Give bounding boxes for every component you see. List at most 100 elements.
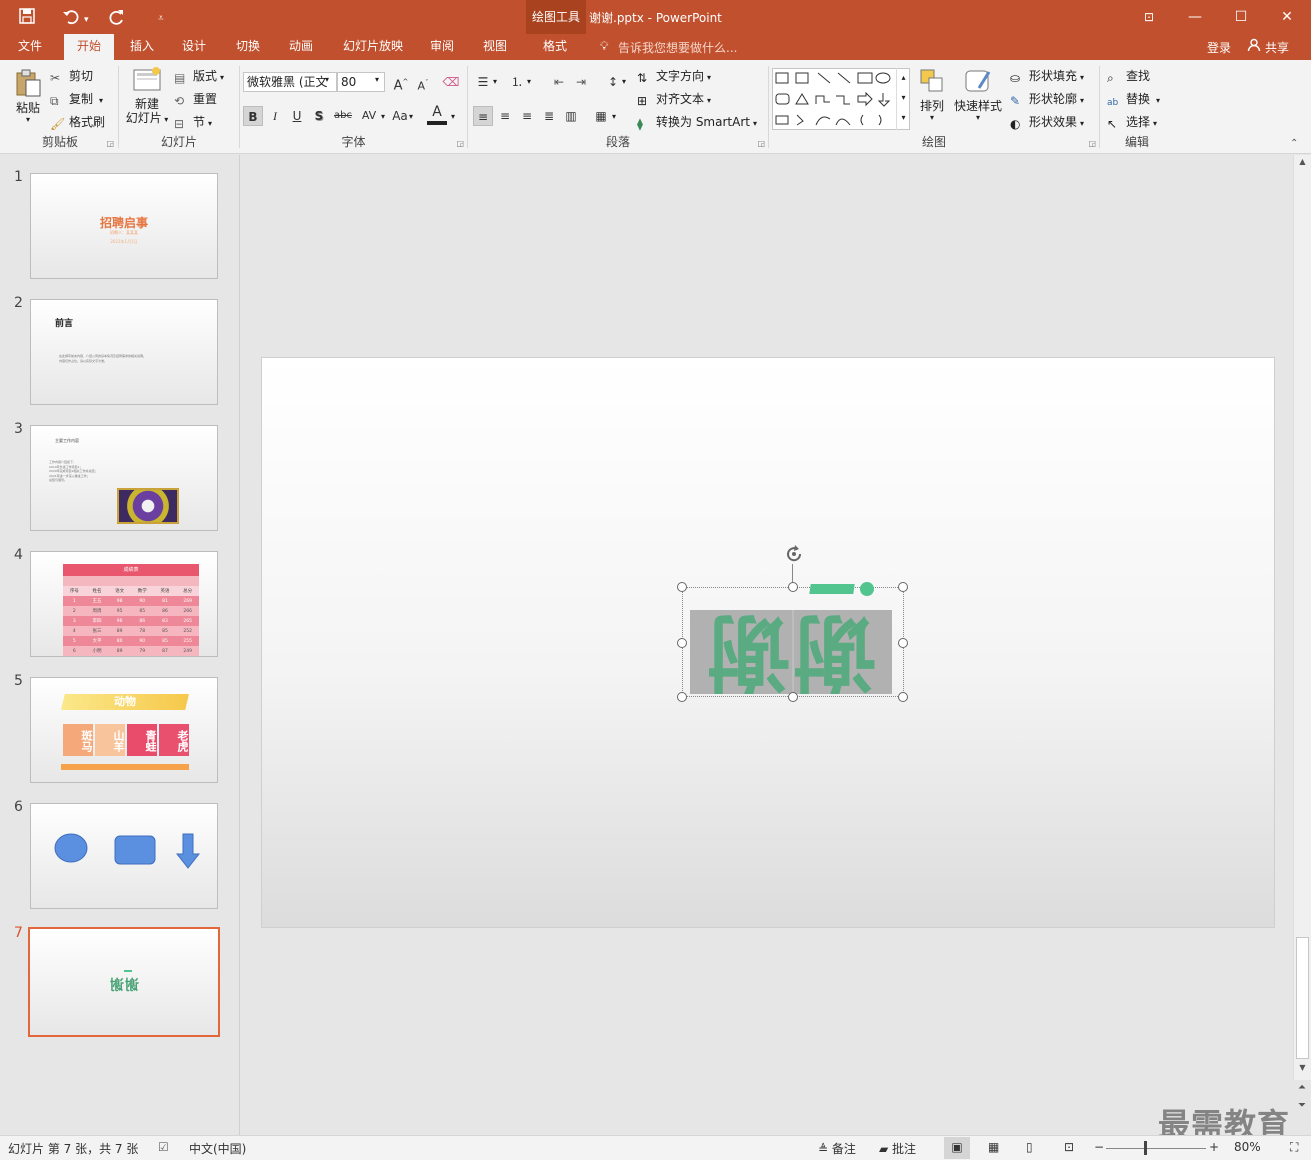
cut-button[interactable]: ✂ 剪切 — [50, 68, 93, 85]
align-right-icon[interactable]: ≡ — [517, 106, 537, 126]
zoom-level[interactable]: 80% — [1234, 1140, 1261, 1154]
paste-button[interactable]: 粘贴 ▾ — [10, 68, 46, 125]
layout-button[interactable]: ▤ 版式 ▾ — [174, 68, 224, 86]
gallery-scroll-icon[interactable]: ▴ ▾ ▾ — [896, 68, 910, 130]
zoom-slider-thumb[interactable] — [1144, 1141, 1147, 1155]
dialog-launcher-icon[interactable]: ◲ — [106, 139, 114, 148]
dialog-launcher-icon[interactable]: ◲ — [757, 139, 765, 148]
resize-handle-se[interactable] — [898, 692, 908, 702]
italic-button[interactable]: I — [265, 106, 285, 126]
slide-text-box[interactable]: 谢谢 — [690, 610, 892, 694]
font-size-dropdown-icon[interactable]: ▾ — [375, 75, 379, 84]
slide-thumbnail-1[interactable]: 招聘启事 招聘人：某某某 2021年1月1日 — [30, 173, 218, 279]
slide-thumbnail-pane[interactable]: 1 招聘启事 招聘人：某某某 2021年1月1日 2 前言 在此撰写前言内容，介… — [0, 155, 240, 1135]
resize-handle-sw[interactable] — [677, 692, 687, 702]
resize-handle-nw[interactable] — [677, 582, 687, 592]
current-slide[interactable]: 谢谢 — [261, 357, 1275, 928]
slide-sorter-icon[interactable]: ▦ — [988, 1140, 999, 1154]
numbering-dropdown-icon[interactable]: ▾ — [527, 77, 531, 86]
slide-thumbnail-2[interactable]: 前言 在此撰写前言内容，介绍公司的基本情况及招聘需求的相关说明。 内容仅作占位，… — [30, 299, 218, 405]
shape-effects-button[interactable]: ◐ 形状效果 ▾ — [1010, 114, 1084, 132]
prev-slide-icon[interactable]: ⏶ — [1293, 1082, 1311, 1100]
maximize-button[interactable]: ☐ — [1218, 0, 1264, 34]
change-case-dropdown-icon[interactable]: ▾ — [409, 112, 413, 121]
tab-transitions[interactable]: 切换 — [226, 34, 270, 60]
slide-thumbnail-6[interactable] — [30, 803, 218, 909]
find-button[interactable]: ⌕ 查找 — [1107, 68, 1150, 85]
numbering-icon[interactable]: ⒈ — [507, 72, 527, 92]
change-case-button[interactable]: Aa — [389, 106, 411, 126]
tab-insert[interactable]: 插入 — [120, 34, 164, 60]
increase-indent-icon[interactable]: ⇥ — [571, 72, 591, 92]
font-name-combobox[interactable]: 微软雅黑 (正文 — [243, 72, 337, 92]
green-bar-shape[interactable] — [809, 584, 855, 594]
arrange-button[interactable]: 排列 ▾ — [914, 66, 950, 123]
tell-me-search[interactable]: 告诉我您想要做什么... — [618, 39, 737, 56]
language-indicator[interactable]: 中文(中国) — [189, 1140, 246, 1157]
align-text-button[interactable]: ⊞ 对齐文本 ▾ — [637, 91, 711, 109]
char-spacing-dropdown-icon[interactable]: ▾ — [381, 112, 385, 121]
save-icon[interactable] — [18, 7, 36, 29]
replace-button[interactable]: ab 替换 ▾ — [1107, 91, 1160, 109]
grow-font-button[interactable]: A^ — [391, 72, 411, 93]
line-spacing-icon[interactable]: ↕ — [603, 72, 623, 92]
text-direction-button[interactable]: ⇅ 文字方向 ▾ — [637, 68, 711, 86]
share-button[interactable]: 共享 — [1265, 39, 1289, 56]
strikethrough-button[interactable]: abc — [331, 106, 355, 126]
normal-view-icon[interactable]: ▣ — [944, 1137, 970, 1159]
minimize-button[interactable]: — — [1172, 0, 1218, 34]
shapes-gallery[interactable] — [772, 68, 910, 130]
redo-icon[interactable] — [108, 7, 126, 29]
slide-thumbnail-4[interactable]: 成绩表 序号 姓名 语文 数学 英语 总分 1 王五 98 90 81 269 2 周周 95 85 86 2… — [30, 551, 218, 657]
reset-button[interactable]: ⟲ 重置 — [174, 91, 217, 108]
quick-styles-button[interactable]: 快速样式 ▾ — [952, 66, 1004, 123]
font-color-dropdown-icon[interactable]: ▾ — [451, 112, 455, 121]
underline-button[interactable]: U — [287, 106, 307, 126]
scroll-thumb[interactable] — [1296, 937, 1309, 1059]
undo-dropdown-icon[interactable]: ▾ — [84, 11, 89, 29]
shrink-font-button[interactable]: Aˇ — [413, 73, 433, 93]
distributed-icon[interactable]: ▥ — [561, 106, 581, 126]
decrease-indent-icon[interactable]: ⇤ — [549, 72, 569, 92]
fit-to-window-icon[interactable]: ⛶ — [1290, 1140, 1298, 1155]
tab-animations[interactable]: 动画 — [278, 34, 324, 60]
convert-smartart-button[interactable]: ⧫ 转换为 SmartArt ▾ — [637, 114, 757, 132]
bullets-dropdown-icon[interactable]: ▾ — [493, 77, 497, 86]
comments-button[interactable]: ▰ 批注 — [879, 1140, 916, 1157]
customize-qat-icon[interactable]: ⩡ — [158, 10, 164, 28]
section-button[interactable]: ⊟ 节 ▾ — [174, 114, 212, 132]
align-left-icon[interactable]: ≡ — [473, 106, 493, 126]
green-dot-shape[interactable] — [860, 582, 874, 596]
dialog-launcher-icon[interactable]: ◲ — [456, 139, 464, 148]
font-name-dropdown-icon[interactable]: ▾ — [325, 75, 329, 84]
slide-thumbnail-3[interactable]: 主要工作内容 工作内容介绍如下： 2019年负责工作项目1； 2020年完成项目… — [30, 425, 218, 531]
scroll-up-icon[interactable]: ▲ — [1294, 157, 1311, 166]
collapse-ribbon-icon[interactable]: ⌃ — [1290, 138, 1298, 149]
tab-view[interactable]: 视图 — [473, 34, 517, 60]
char-spacing-button[interactable]: AV — [357, 106, 381, 126]
zoom-out-button[interactable]: − — [1094, 1140, 1104, 1154]
scroll-down-icon[interactable]: ▼ — [1294, 1063, 1311, 1072]
resize-handle-n[interactable] — [788, 582, 798, 592]
shape-fill-button[interactable]: ⛀ 形状填充 ▾ — [1010, 68, 1084, 86]
tab-design[interactable]: 设计 — [172, 34, 216, 60]
signin-link[interactable]: 登录 — [1207, 39, 1231, 56]
close-button[interactable]: ✕ — [1264, 0, 1310, 34]
line-spacing-dropdown-icon[interactable]: ▾ — [622, 77, 626, 86]
shadow-button[interactable]: S — [309, 106, 329, 126]
tab-slideshow[interactable]: 幻灯片放映 — [334, 34, 412, 60]
resize-handle-s[interactable] — [788, 692, 798, 702]
dialog-launcher-icon[interactable]: ◲ — [1088, 139, 1096, 148]
slide-thumbnail-7[interactable]: 谢谢 — [28, 927, 220, 1037]
tab-review[interactable]: 审阅 — [420, 34, 464, 60]
zoom-in-button[interactable]: + — [1209, 1140, 1219, 1154]
tab-format[interactable]: 格式 — [532, 34, 578, 60]
columns-icon[interactable]: ▦ — [591, 106, 611, 126]
next-slide-icon[interactable]: ⏷ — [1293, 1100, 1311, 1118]
ribbon-display-icon[interactable]: ⊡ — [1126, 0, 1172, 34]
notes-button[interactable]: ≜ 备注 — [818, 1140, 856, 1157]
slideshow-view-icon[interactable]: ⊡ — [1064, 1140, 1074, 1154]
tab-home[interactable]: 开始 — [64, 34, 114, 60]
clear-formatting-icon[interactable]: ⌫ — [441, 72, 461, 92]
resize-handle-e[interactable] — [898, 638, 908, 648]
